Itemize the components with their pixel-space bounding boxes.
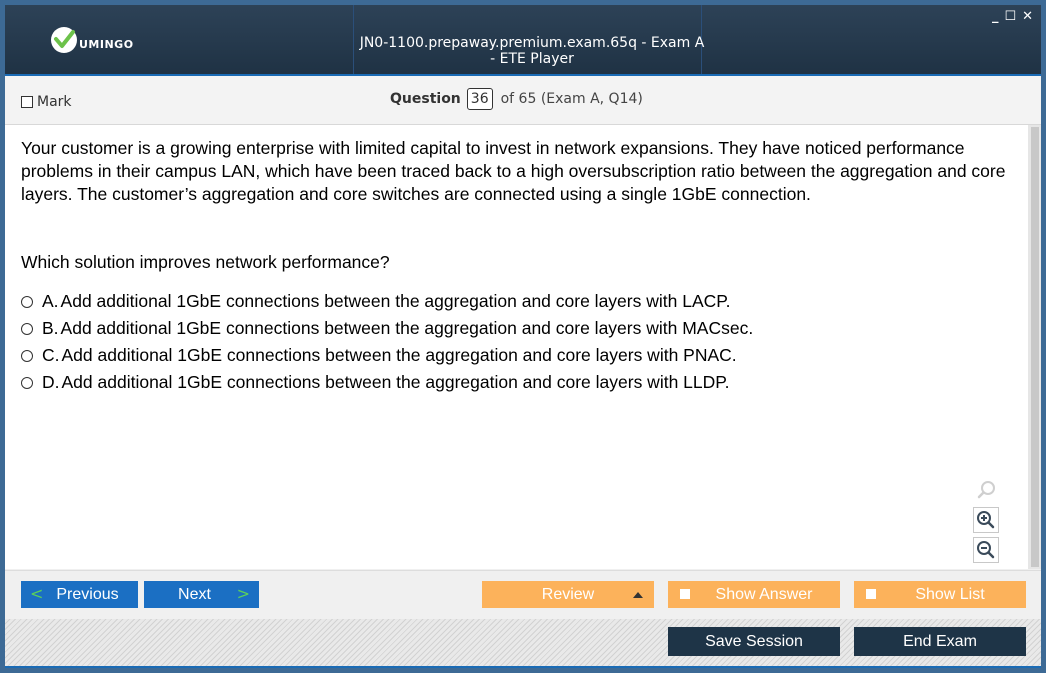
review-label: Review	[541, 585, 595, 603]
bottom-accent-line	[5, 666, 1041, 668]
answer-option-b[interactable]: B. Add additional 1GbE connections betwe…	[21, 315, 753, 342]
window-border-bottom	[0, 668, 1046, 673]
show-answer-button[interactable]: Show Answer	[668, 581, 840, 608]
radio-button[interactable]	[21, 349, 33, 362]
show-list-checkbox[interactable]	[866, 589, 876, 599]
answer-option-c[interactable]: C. Add additional 1GbE connections betwe…	[21, 342, 753, 369]
scrollbar-thumb[interactable]	[1031, 127, 1039, 567]
zoom-controls	[973, 477, 999, 563]
vertical-scrollbar[interactable]	[1028, 125, 1041, 569]
mark-checkbox[interactable]: Mark	[21, 94, 72, 110]
mark-checkbox-box[interactable]	[21, 96, 33, 108]
question-prompt: Which solution improves network performa…	[21, 252, 390, 272]
chevron-right-icon: >	[236, 584, 250, 603]
bottom-toolbar: Save Session End Exam	[5, 619, 1041, 666]
save-session-button[interactable]: Save Session	[668, 627, 840, 656]
show-list-label: Show List	[915, 585, 985, 603]
previous-label: Previous	[56, 585, 119, 603]
previous-button[interactable]: < Previous	[21, 581, 138, 608]
show-answer-checkbox[interactable]	[680, 589, 690, 599]
question-content: Your customer is a growing enterprise wi…	[5, 125, 1028, 569]
option-letter: D.	[42, 372, 60, 392]
window-border-right	[1041, 0, 1046, 673]
logo-check-icon	[51, 27, 77, 53]
zoom-out-icon[interactable]	[973, 537, 999, 563]
navigation-bar: < Previous Next > Review Show Answer Sho…	[5, 570, 1041, 619]
maximize-icon[interactable]: ☐	[1004, 9, 1016, 24]
question-label: Question	[390, 91, 461, 107]
window-controls: _ ☐ ✕	[992, 9, 1033, 24]
radio-button[interactable]	[21, 322, 33, 335]
answer-option-d[interactable]: D. Add additional 1GbE connections betwe…	[21, 369, 753, 396]
title-bar: UMINGO JN0-1100.prepaway.premium.exam.65…	[5, 5, 1041, 76]
search-icon[interactable]	[973, 477, 999, 503]
option-text: Add additional 1GbE connections between …	[61, 345, 737, 365]
question-stem: Your customer is a growing enterprise wi…	[21, 138, 1006, 204]
show-list-button[interactable]: Show List	[854, 581, 1026, 608]
zoom-in-icon[interactable]	[973, 507, 999, 533]
end-exam-button[interactable]: End Exam	[854, 627, 1026, 656]
review-button[interactable]: Review	[482, 581, 654, 608]
chevron-left-icon: <	[30, 584, 44, 603]
vumingo-logo: UMINGO	[51, 27, 134, 53]
window-title: JN0-1100.prepaway.premium.exam.65q - Exa…	[359, 35, 705, 67]
end-exam-label: End Exam	[903, 632, 977, 650]
option-text: Add additional 1GbE connections between …	[60, 291, 731, 311]
show-answer-label: Show Answer	[715, 585, 813, 603]
minimize-icon[interactable]: _	[992, 9, 999, 24]
question-number-input[interactable]: 36	[466, 88, 493, 110]
save-session-label: Save Session	[705, 632, 803, 650]
option-text: Add additional 1GbE connections between …	[60, 318, 754, 338]
next-button[interactable]: Next >	[144, 581, 259, 608]
option-letter: B.	[42, 318, 59, 338]
caret-up-icon[interactable]	[633, 592, 643, 598]
app-window: UMINGO JN0-1100.prepaway.premium.exam.65…	[0, 0, 1046, 673]
radio-button[interactable]	[21, 295, 33, 308]
logo-text: UMINGO	[79, 37, 134, 51]
answer-option-a[interactable]: A. Add additional 1GbE connections betwe…	[21, 288, 753, 315]
radio-button[interactable]	[21, 376, 33, 389]
question-bar: Mark Question 36 of 65 (Exam A, Q14)	[5, 76, 1041, 125]
mark-label: Mark	[37, 94, 72, 110]
option-text: Add additional 1GbE connections between …	[61, 372, 730, 392]
question-counter: Question 36 of 65 (Exam A, Q14)	[390, 88, 643, 110]
option-letter: A.	[42, 291, 59, 311]
question-total: of 65 (Exam A, Q14)	[500, 91, 643, 107]
next-label: Next	[178, 585, 211, 603]
option-letter: C.	[42, 345, 60, 365]
title-divider	[353, 5, 354, 74]
close-icon[interactable]: ✕	[1022, 9, 1033, 24]
answer-options: A. Add additional 1GbE connections betwe…	[21, 288, 753, 396]
